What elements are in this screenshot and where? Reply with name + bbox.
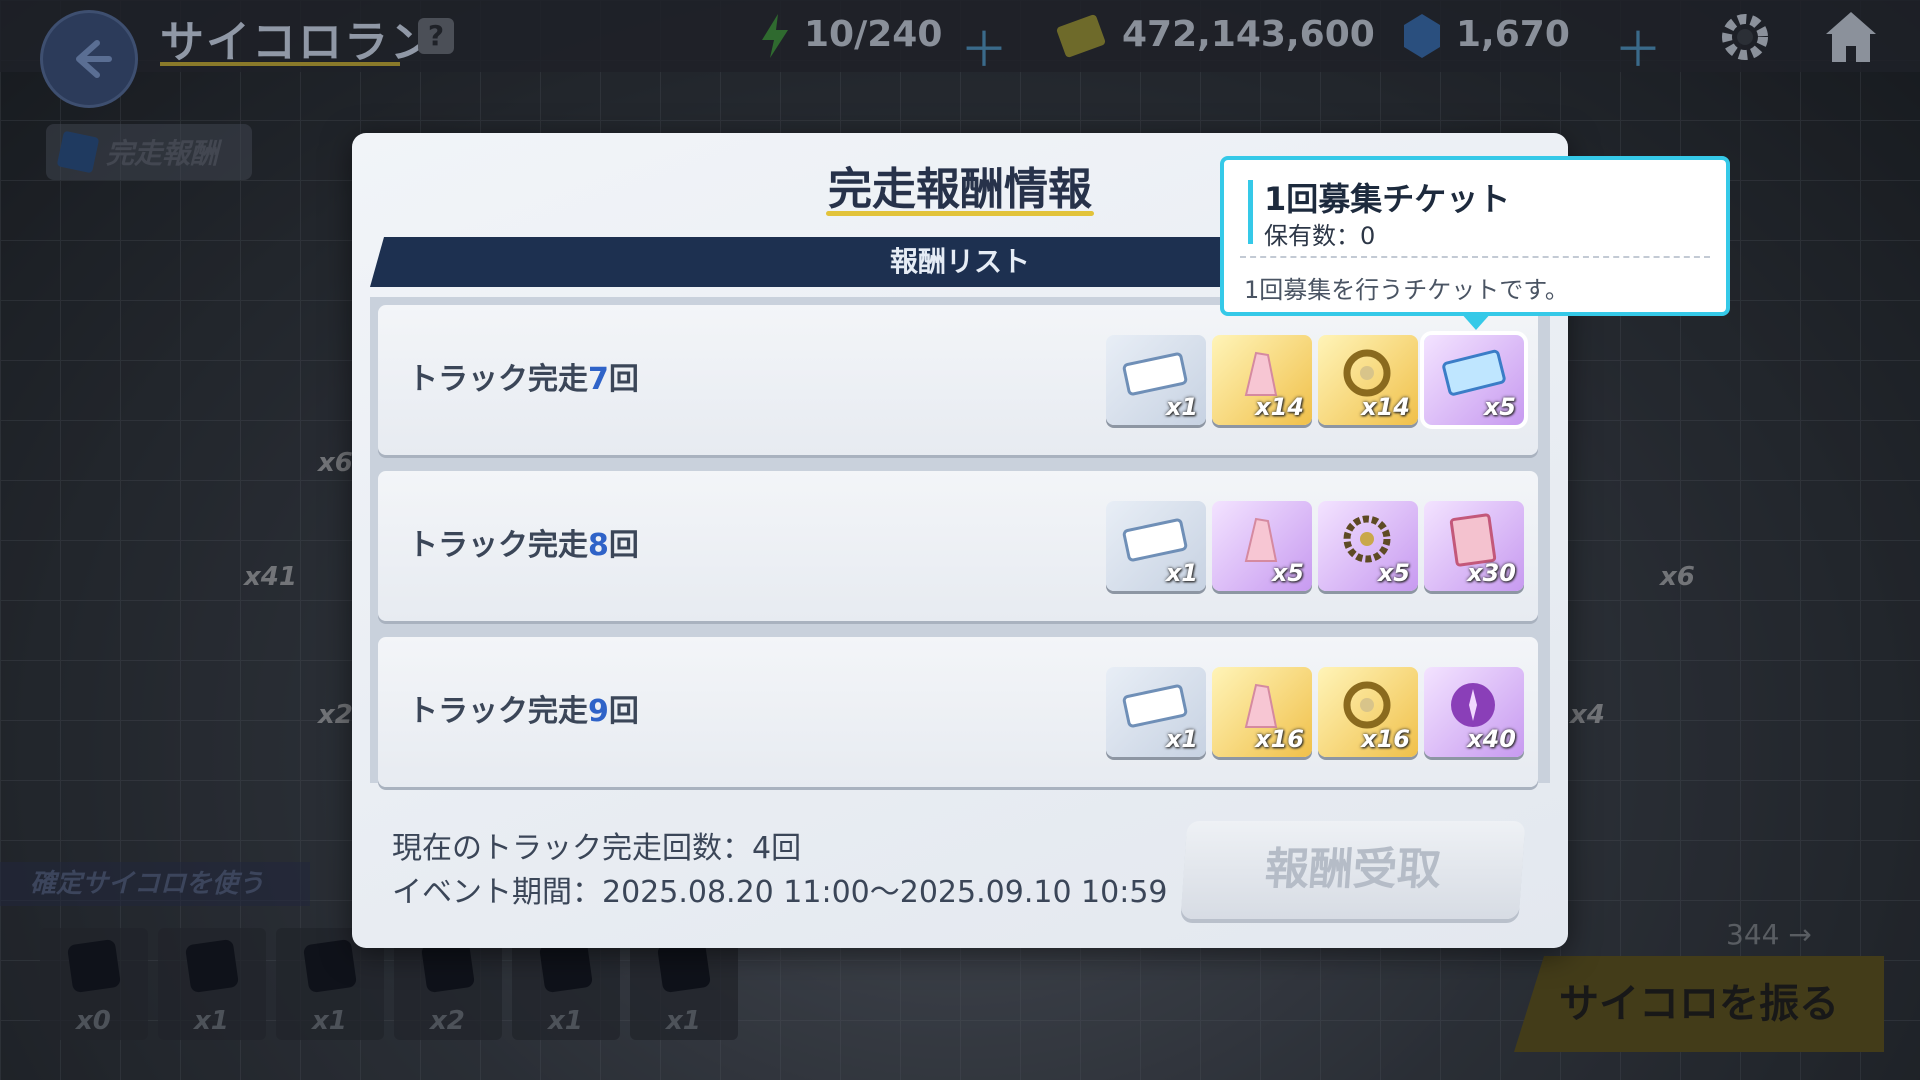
item-quantity: x5 <box>1377 559 1410 587</box>
item-quantity: x1 <box>1165 725 1198 753</box>
arrow-left-icon <box>76 40 112 78</box>
reward-list: トラック完走7回 x1 x14 x14 x5 トラック完走8回 x1 x5 x5… <box>370 297 1550 787</box>
page-title: サイコロラン <box>160 17 436 68</box>
gear-material-item[interactable]: x5 <box>1318 501 1418 591</box>
tooltip-pointer <box>1460 312 1492 330</box>
title-underline <box>160 62 400 66</box>
row-prefix: トラック完走 <box>408 528 588 563</box>
item-quantity: x40 <box>1467 725 1516 753</box>
item-quantity: x30 <box>1467 559 1516 587</box>
event-period: イベント期間：2025.08.20 11:00～2025.09.10 10:59 <box>392 875 1168 910</box>
current-completion-count: 現在のトラック完走回数：4回 <box>392 831 802 866</box>
item-quantity: x1 <box>1165 559 1198 587</box>
add-gems-button[interactable]: ＋ <box>1614 10 1662 80</box>
item-quantity: x16 <box>1361 725 1410 753</box>
reward-items: x1 x5 x5 x30 <box>1106 501 1524 591</box>
glove-item[interactable]: x16 <box>1212 667 1312 757</box>
exchange-coupon-item[interactable]: x1 <box>1106 335 1206 425</box>
reward-list-header-label: 報酬リスト <box>889 245 1030 278</box>
add-stamina-button[interactable]: ＋ <box>960 10 1008 80</box>
coins-value: 472,143,600 <box>1122 14 1375 55</box>
item-tooltip: 1回募集チケット 保有数：0 1回募集を行うチケットです。 <box>1220 156 1730 316</box>
row-label: トラック完走7回 <box>408 305 639 455</box>
tooltip-divider <box>1240 256 1710 258</box>
claim-reward-button[interactable]: 報酬受取 <box>1180 821 1526 919</box>
row-number: 7 <box>588 362 609 397</box>
reward-row: トラック完走9回 x1 x16 x16 x40 <box>378 637 1538 787</box>
gear-icon[interactable] <box>1718 10 1772 64</box>
row-label: トラック完走9回 <box>408 637 639 787</box>
reward-items: x1 x16 x16 x40 <box>1106 667 1524 757</box>
lightning-icon <box>762 14 788 58</box>
gear-material-item[interactable]: x14 <box>1318 335 1418 425</box>
item-quantity: x14 <box>1361 393 1410 421</box>
tooltip-title: 1回募集チケット <box>1264 180 1511 218</box>
document-item[interactable]: x30 <box>1424 501 1524 591</box>
exchange-coupon-item[interactable]: x1 <box>1106 667 1206 757</box>
gear-material-item[interactable]: x16 <box>1318 667 1418 757</box>
tooltip-accent-bar <box>1248 180 1253 244</box>
row-prefix: トラック完走 <box>408 694 588 729</box>
tooltip-owned-count: 保有数：0 <box>1264 222 1376 250</box>
help-icon[interactable]: ? <box>418 18 454 54</box>
row-number: 9 <box>588 694 609 729</box>
item-quantity: x16 <box>1255 725 1304 753</box>
item-quantity: x5 <box>1271 559 1304 587</box>
exchange-coupon-item[interactable]: x1 <box>1106 501 1206 591</box>
reward-items: x1 x14 x14 x5 <box>1106 331 1528 429</box>
row-suffix: 回 <box>608 694 639 729</box>
home-icon[interactable] <box>1822 8 1880 66</box>
glove-item[interactable]: x14 <box>1212 335 1312 425</box>
item-quantity: x5 <box>1483 393 1516 421</box>
row-number: 8 <box>588 528 609 563</box>
gems-value: 1,670 <box>1456 14 1570 55</box>
tooltip-description: 1回募集を行うチケットです。 <box>1244 276 1569 304</box>
row-suffix: 回 <box>608 362 639 397</box>
row-label: トラック完走8回 <box>408 471 639 621</box>
recruit-ticket-item[interactable]: x5 <box>1420 331 1528 429</box>
title-accent-line <box>826 211 1094 216</box>
gem-icon <box>1404 14 1440 58</box>
stamina-value: 10/240 <box>804 14 943 55</box>
glove-item[interactable]: x5 <box>1212 501 1312 591</box>
row-suffix: 回 <box>608 528 639 563</box>
back-button[interactable] <box>40 10 138 108</box>
orb-item[interactable]: x40 <box>1424 667 1524 757</box>
item-quantity: x1 <box>1165 393 1198 421</box>
row-prefix: トラック完走 <box>408 362 588 397</box>
reward-row: トラック完走8回 x1 x5 x5 x30 <box>378 471 1538 621</box>
item-quantity: x14 <box>1255 393 1304 421</box>
reward-row: トラック完走7回 x1 x14 x14 x5 <box>378 305 1538 455</box>
